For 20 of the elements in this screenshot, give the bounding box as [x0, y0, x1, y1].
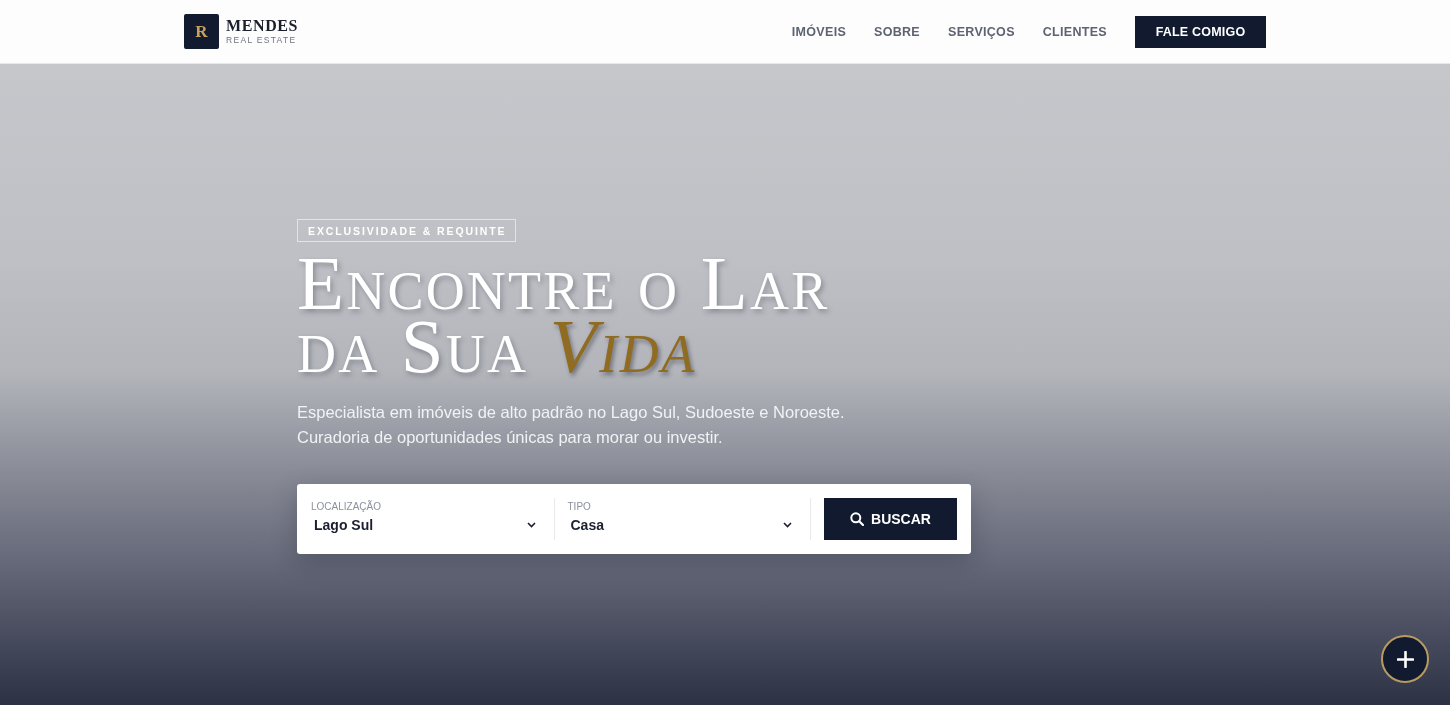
contact-button[interactable]: FALE COMIGO: [1135, 15, 1266, 48]
chevron-down-icon: [783, 522, 792, 528]
nav-link[interactable]: IMÓVEIS: [791, 24, 847, 39]
hero-heading: Encontre o Lar da Sua Vida: [297, 252, 830, 378]
nav-link[interactable]: CLIENTES: [1042, 24, 1107, 39]
logo-mark: R: [184, 14, 219, 49]
plus-icon: [1396, 650, 1414, 668]
hero-subtitle: Especialista em imóveis de alto padrão no Lago Sul, Sudoeste e Noroeste. Curadoria de oportunidades únicas para morar ou investir.: [297, 402, 845, 448]
field-label: TIPO: [567, 501, 591, 513]
nav-link[interactable]: SERVIÇOS: [948, 24, 1015, 39]
dropdown-field[interactable]: Casa: [567, 513, 797, 537]
search-button[interactable]: BUSCAR: [824, 498, 957, 540]
chevron-down-icon: [526, 522, 536, 528]
nav-link[interactable]: SOBRE: [874, 24, 920, 39]
dropdown-field[interactable]: Lago Sul: [311, 513, 541, 537]
field-label: LOCALIZAÇÃO: [311, 501, 382, 513]
search-icon: [850, 512, 865, 526]
brand-name: MENDES: [226, 17, 299, 34]
brand-tagline: REAL ESTATE: [226, 34, 297, 46]
hero-badge: EXCLUSIVIDADE & REQUINTE: [297, 219, 517, 242]
